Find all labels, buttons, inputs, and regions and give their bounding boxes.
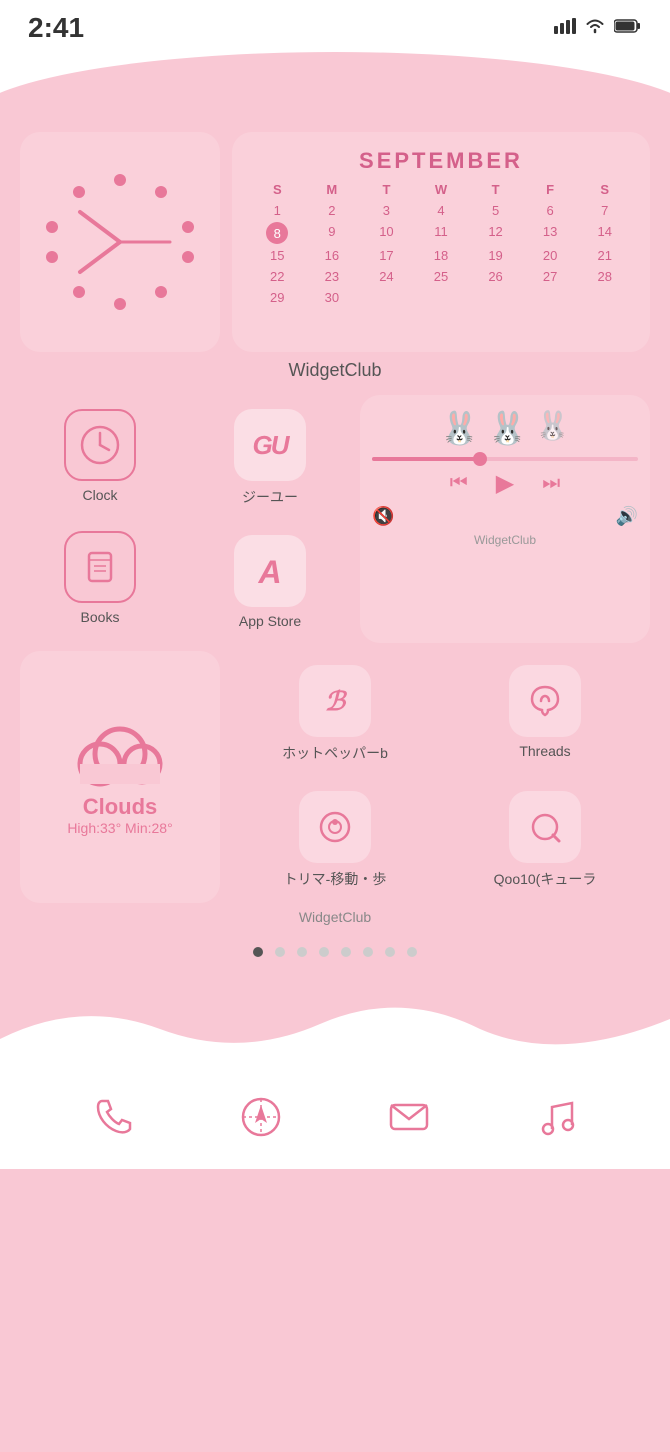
- lower-right-apps: ℬ ホットペッパーb Threads: [230, 651, 650, 903]
- dot-6[interactable]: [363, 947, 373, 957]
- mute-icon[interactable]: 🔇: [372, 506, 394, 527]
- dock: [0, 1095, 670, 1139]
- books-label: Books: [81, 609, 120, 625]
- clock-face: [40, 162, 200, 322]
- widgetclub-top-label: WidgetClub: [20, 360, 650, 381]
- app-hotpepper[interactable]: ℬ ホットペッパーb: [230, 651, 440, 777]
- playback-controls: ⏮ ▶ ⏭: [372, 469, 638, 498]
- gu-label: ジーユー: [242, 487, 298, 507]
- app-books[interactable]: Books: [20, 517, 180, 639]
- appstore-app-icon: A: [234, 535, 306, 607]
- torima-label: トリマ-移動・歩: [284, 869, 387, 889]
- dock-mail[interactable]: [387, 1095, 431, 1139]
- calendar-widget: SEPTEMBER S M T W T F S 1 2 3 4 5: [232, 132, 650, 352]
- dot-7[interactable]: [385, 947, 395, 957]
- qoo10-label: Qoo10(キューラ: [494, 869, 597, 889]
- hotpepper-label: ホットペッパーb: [282, 743, 388, 763]
- cal-header-W: W: [414, 182, 469, 197]
- svg-text:A: A: [257, 554, 281, 590]
- app-clock[interactable]: Clock: [20, 395, 180, 517]
- cloud-temp: High:33° Min:28°: [67, 820, 172, 836]
- status-bar: 2:41: [0, 0, 670, 52]
- battery-icon: [614, 19, 642, 38]
- torima-icon: [299, 791, 371, 863]
- music-widgetclub-label: WidgetClub: [372, 533, 638, 547]
- rabbit-2: 🐰: [488, 409, 528, 447]
- cal-row-3: 15 16 17 18 19 20 21: [250, 246, 632, 265]
- threads-label: Threads: [519, 743, 570, 759]
- cal-header-row: S M T W T F S: [250, 182, 632, 197]
- dot-8[interactable]: [407, 947, 417, 957]
- clock-app-icon: [64, 409, 136, 481]
- dot-4[interactable]: [319, 947, 329, 957]
- app-threads[interactable]: Threads: [440, 651, 650, 777]
- cal-header-S2: S: [577, 182, 632, 197]
- widgetclub-bottom-label: WidgetClub: [20, 903, 650, 931]
- rabbits-row: 🐰 🐰 🐰: [372, 409, 638, 447]
- left-apps-col: Clock Books: [20, 395, 180, 643]
- play-button[interactable]: ▶: [496, 469, 514, 498]
- dock-safari[interactable]: [239, 1095, 283, 1139]
- volume-row: 🔇 🔊: [372, 506, 638, 527]
- cal-header-M: M: [305, 182, 360, 197]
- books-app-icon: [64, 531, 136, 603]
- bottom-wave-container: [0, 979, 670, 1079]
- app-torima[interactable]: トリマ-移動・歩: [230, 777, 440, 903]
- cal-row-2: 8 9 10 11 12 13 14: [250, 222, 632, 244]
- app-gu[interactable]: GU ジーユー: [190, 395, 350, 521]
- cal-header-F: F: [523, 182, 578, 197]
- hotpepper-icon: ℬ: [299, 665, 371, 737]
- dock-area: [0, 1079, 670, 1169]
- app-row-1: Clock Books GU ジーユー: [20, 395, 650, 643]
- cal-header-S: S: [250, 182, 305, 197]
- status-time: 2:41: [28, 12, 84, 44]
- lower-section: Clouds High:33° Min:28° ℬ ホットペッパーb: [20, 651, 650, 903]
- clock-widget: [20, 132, 220, 352]
- cal-row-1: 1 2 3 4 5 6 7: [250, 201, 632, 220]
- cal-row-5: 29 30: [250, 288, 632, 307]
- wifi-icon: [584, 18, 606, 39]
- cal-month: SEPTEMBER: [250, 148, 632, 174]
- cal-header-T1: T: [359, 182, 414, 197]
- rabbit-1: 🐰: [440, 409, 480, 447]
- app-qoo10[interactable]: Qoo10(キューラ: [440, 777, 650, 903]
- app-appstore[interactable]: A App Store: [190, 521, 350, 643]
- dot-2[interactable]: [275, 947, 285, 957]
- rewind-button[interactable]: ⏮: [450, 472, 468, 495]
- threads-icon: [509, 665, 581, 737]
- rabbit-3: 🐰: [535, 409, 570, 447]
- status-icons: [554, 18, 642, 39]
- bottom-wave: [0, 979, 670, 1079]
- cal-row-4: 22 23 24 25 26 27 28: [250, 267, 632, 286]
- cloud-widget: Clouds High:33° Min:28°: [20, 651, 220, 903]
- cal-today: 8: [266, 222, 288, 244]
- wave-top: [0, 52, 670, 122]
- gu-app-icon: GU: [234, 409, 306, 481]
- cal-grid: S M T W T F S 1 2 3 4 5 6 7: [250, 182, 632, 307]
- main-content: SEPTEMBER S M T W T F S 1 2 3 4 5: [0, 122, 670, 979]
- music-progress[interactable]: [372, 457, 638, 461]
- dot-1[interactable]: [253, 947, 263, 957]
- cloud-svg: [70, 719, 170, 794]
- appstore-label: App Store: [239, 613, 301, 629]
- widget-row-top: SEPTEMBER S M T W T F S 1 2 3 4 5: [20, 132, 650, 352]
- dock-phone[interactable]: [92, 1095, 136, 1139]
- dot-3[interactable]: [297, 947, 307, 957]
- signal-icon: [554, 18, 576, 39]
- dock-music[interactable]: [534, 1095, 578, 1139]
- music-widget-col: 🐰 🐰 🐰 ⏮ ▶ ⏭ 🔇 🔊: [360, 395, 650, 643]
- music-widget: 🐰 🐰 🐰 ⏮ ▶ ⏭ 🔇 🔊: [360, 395, 650, 643]
- dot-5[interactable]: [341, 947, 351, 957]
- fastforward-button[interactable]: ⏭: [542, 472, 560, 495]
- qoo10-icon: [509, 791, 581, 863]
- cal-header-T2: T: [468, 182, 523, 197]
- clock-label: Clock: [82, 487, 117, 503]
- mid-apps-col: GU ジーユー A App Store: [190, 395, 350, 643]
- volume-icon[interactable]: 🔊: [616, 506, 638, 527]
- page-dots: [20, 931, 650, 969]
- progress-fill: [372, 457, 478, 461]
- progress-knob: [473, 452, 487, 466]
- cloud-name: Clouds: [83, 794, 158, 820]
